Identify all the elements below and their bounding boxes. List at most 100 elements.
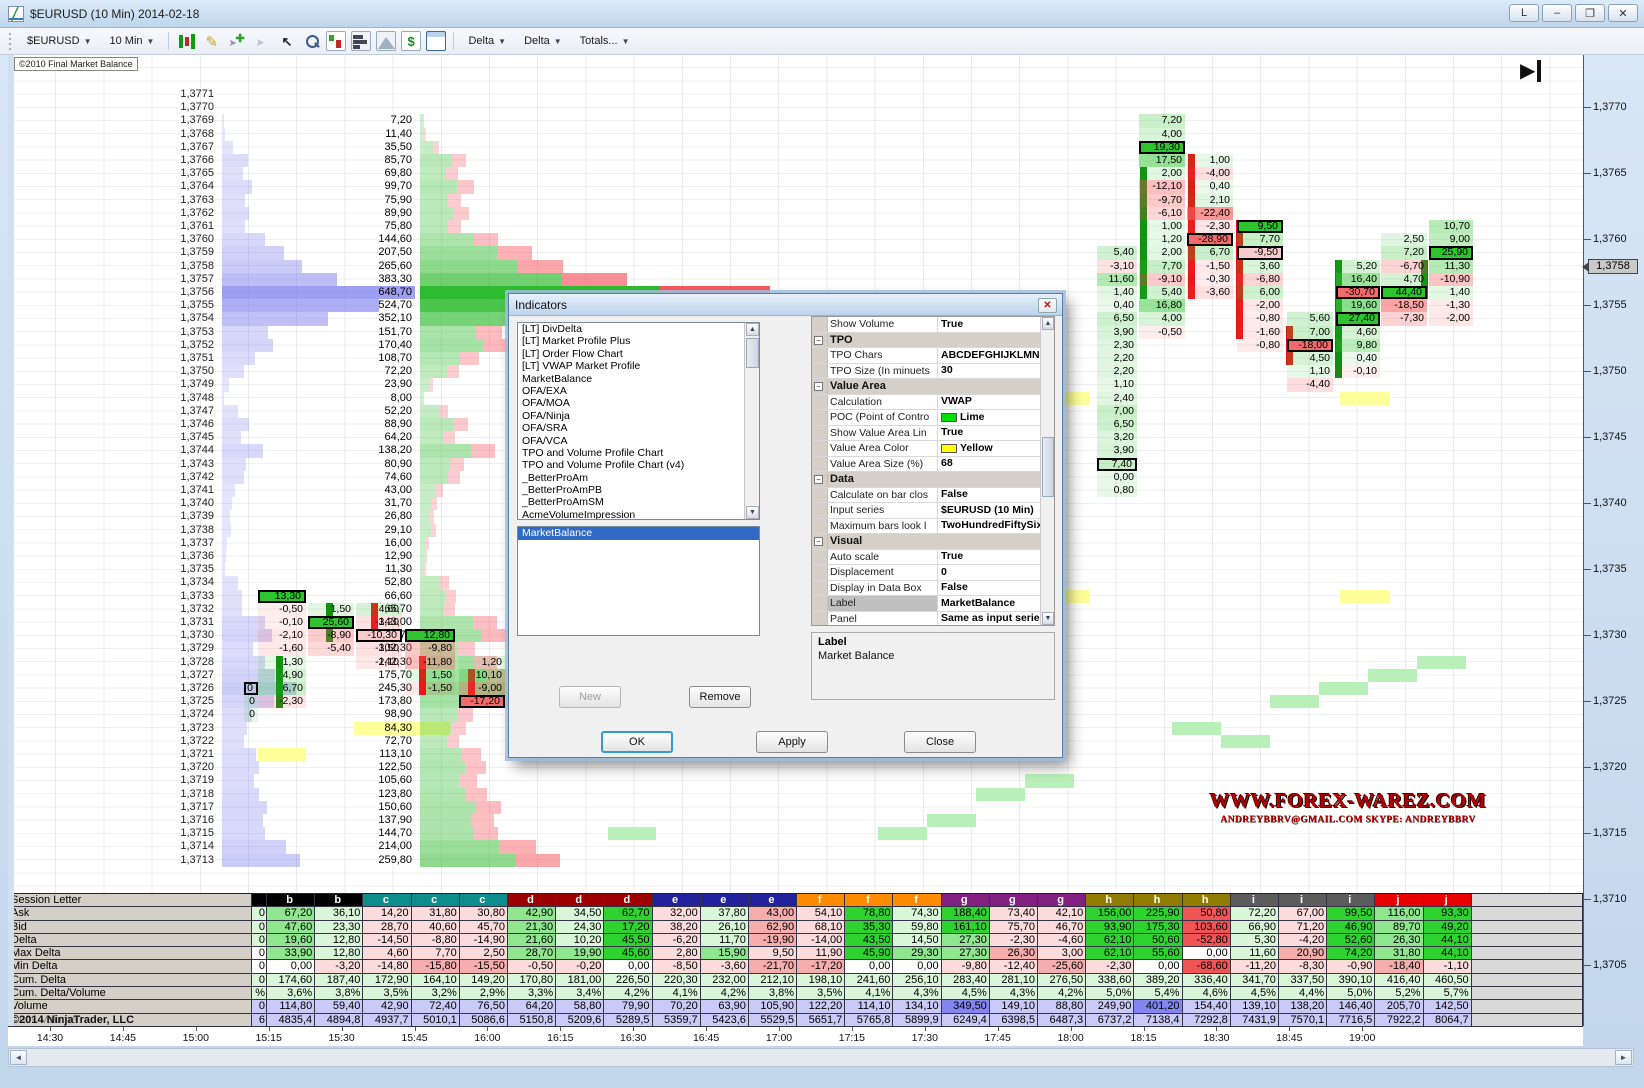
scroll-thumb[interactable] bbox=[1042, 437, 1054, 497]
candles-icon[interactable] bbox=[176, 31, 196, 51]
selected-indicators-list[interactable]: MarketBalance bbox=[517, 526, 760, 636]
indicator-list-item[interactable]: AcmeVolumeImpression bbox=[518, 509, 759, 520]
scroll-down-icon[interactable]: ▼ bbox=[746, 506, 759, 519]
title-bar[interactable]: $EURUSD (10 Min) 2014-02-18 L – ❐ ✕ bbox=[0, 0, 1644, 28]
property-section[interactable]: −TPO bbox=[812, 333, 1054, 349]
property-value[interactable]: True bbox=[938, 426, 1054, 441]
property-row[interactable]: CalculationVWAP bbox=[812, 395, 1054, 411]
scroll-up-icon[interactable]: ▲ bbox=[746, 323, 759, 336]
property-row[interactable]: Value Area Size (%)68 bbox=[812, 457, 1054, 473]
cursor-icon[interactable] bbox=[276, 31, 296, 51]
collapse-icon[interactable]: − bbox=[814, 336, 823, 345]
property-value[interactable]: Lime bbox=[938, 410, 1054, 425]
property-value[interactable]: True bbox=[938, 317, 1054, 332]
close-button[interactable]: ✕ bbox=[1608, 4, 1638, 22]
indicator-list-item[interactable]: [LT] Market Profile Plus bbox=[518, 335, 759, 347]
toolbar-grip[interactable] bbox=[8, 32, 13, 50]
dialog-title-bar[interactable]: Indicators bbox=[509, 294, 1062, 316]
property-row[interactable]: POC (Point of ControLime bbox=[812, 410, 1054, 426]
property-value[interactable]: 30 bbox=[938, 364, 1054, 379]
property-value[interactable]: Yellow bbox=[938, 441, 1054, 456]
indicator-list-item[interactable]: OFA/EXA bbox=[518, 385, 759, 397]
property-row[interactable]: PanelSame as input series bbox=[812, 612, 1054, 627]
property-value[interactable]: False bbox=[938, 581, 1054, 596]
ok-button[interactable]: OK bbox=[601, 731, 673, 753]
dollar-icon[interactable] bbox=[401, 31, 421, 51]
indicator-list-item[interactable]: _BetterProAmSM bbox=[518, 496, 759, 508]
indicator-list-item[interactable]: [LT] Order Flow Chart bbox=[518, 348, 759, 360]
pointer-icon[interactable] bbox=[251, 31, 271, 51]
area-icon[interactable] bbox=[376, 31, 396, 51]
indicator-list-item[interactable]: [LT] VWAP Market Profile bbox=[518, 360, 759, 372]
scroll-left-button[interactable]: ◄ bbox=[10, 1050, 27, 1065]
zoom-icon[interactable] bbox=[301, 31, 321, 51]
indicator-list-item[interactable]: OFA/Ninja bbox=[518, 410, 759, 422]
property-value[interactable]: Same as input series bbox=[938, 612, 1054, 627]
property-row[interactable]: Displacement0 bbox=[812, 565, 1054, 581]
property-grid-scrollbar[interactable]: ▲ ▼ bbox=[1040, 317, 1054, 625]
indicator-list-item[interactable]: _BetterProAmPB bbox=[518, 484, 759, 496]
indicator-list[interactable]: [LT] DivDelta[LT] Market Profile Plus[LT… bbox=[517, 322, 760, 520]
oscillator-icon[interactable] bbox=[326, 31, 346, 51]
property-row[interactable]: Display in Data BoxFalse bbox=[812, 581, 1054, 597]
property-section[interactable]: −Visual bbox=[812, 534, 1054, 550]
delta-dropdown-2[interactable]: Delta▼ bbox=[516, 31, 570, 51]
profile-icon[interactable] bbox=[351, 31, 371, 51]
property-value[interactable]: False bbox=[938, 488, 1054, 503]
indicator-list-item[interactable]: OFA/SRA bbox=[518, 422, 759, 434]
property-row[interactable]: TPO CharsABCDEFGHIJKLMNP bbox=[812, 348, 1054, 364]
property-value[interactable]: True bbox=[938, 550, 1054, 565]
dialog-close-icon[interactable]: ✕ bbox=[1038, 298, 1057, 313]
maximize-button[interactable]: ❐ bbox=[1575, 4, 1605, 22]
property-section[interactable]: −Value Area bbox=[812, 379, 1054, 395]
close-dialog-button[interactable]: Close bbox=[904, 731, 976, 753]
property-value[interactable]: ABCDEFGHIJKLMNP bbox=[938, 348, 1054, 363]
scroll-up-icon[interactable]: ▲ bbox=[1042, 317, 1054, 330]
collapse-icon[interactable]: − bbox=[814, 537, 823, 546]
add-study-icon[interactable] bbox=[226, 31, 246, 51]
minimize-button[interactable]: – bbox=[1542, 4, 1572, 22]
indicator-list-item[interactable]: _BetterProAm bbox=[518, 472, 759, 484]
pencil-icon[interactable] bbox=[201, 31, 221, 51]
interval-dropdown[interactable]: 10 Min▼ bbox=[102, 31, 163, 51]
property-row[interactable]: Value Area ColorYellow bbox=[812, 441, 1054, 457]
collapse-icon[interactable]: − bbox=[814, 382, 823, 391]
delta-dropdown-1[interactable]: Delta▼ bbox=[460, 31, 514, 51]
remove-button[interactable]: Remove bbox=[689, 686, 751, 708]
property-row[interactable]: TPO Size (In minuets30 bbox=[812, 364, 1054, 380]
property-value[interactable]: $EURUSD (10 Min) bbox=[938, 503, 1054, 518]
scroll-right-button[interactable]: ► bbox=[1615, 1050, 1632, 1065]
totals-dropdown[interactable]: Totals...▼ bbox=[572, 31, 638, 51]
play-forward-icon[interactable]: ▶ bbox=[1520, 60, 1541, 82]
indicator-list-item[interactable]: OFA/MOA bbox=[518, 397, 759, 409]
property-row[interactable]: Auto scaleTrue bbox=[812, 550, 1054, 566]
selected-indicator-item[interactable]: MarketBalance bbox=[518, 527, 759, 540]
property-value[interactable]: VWAP bbox=[938, 395, 1054, 410]
property-row[interactable]: Show Value Area LinTrue bbox=[812, 426, 1054, 442]
scroll-thumb[interactable] bbox=[746, 338, 759, 368]
indicator-list-item[interactable]: MarketBalance bbox=[518, 373, 759, 385]
property-value[interactable]: TwoHundredFiftySix bbox=[938, 519, 1054, 534]
indicator-list-item[interactable]: OFA/VCA bbox=[518, 435, 759, 447]
collapse-icon[interactable]: − bbox=[814, 475, 823, 484]
indicator-list-item[interactable]: TPO and Volume Profile Chart (v4) bbox=[518, 459, 759, 471]
property-value[interactable]: 0 bbox=[938, 565, 1054, 580]
indicator-list-item[interactable]: [LT] DivDelta bbox=[518, 323, 759, 335]
property-value[interactable]: MarketBalance bbox=[938, 596, 1054, 611]
scroll-down-icon[interactable]: ▼ bbox=[1042, 612, 1054, 625]
property-row[interactable]: Calculate on bar closFalse bbox=[812, 488, 1054, 504]
property-row[interactable]: Show VolumeTrue bbox=[812, 317, 1054, 333]
property-grid[interactable]: Show VolumeTrue−TPOTPO CharsABCDEFGHIJKL… bbox=[811, 316, 1055, 626]
apply-button[interactable]: Apply bbox=[756, 731, 828, 753]
property-row[interactable]: Maximum bars look lTwoHundredFiftySix bbox=[812, 519, 1054, 535]
property-section[interactable]: −Data bbox=[812, 472, 1054, 488]
property-value[interactable]: 68 bbox=[938, 457, 1054, 472]
instrument-dropdown[interactable]: $EURUSD▼ bbox=[19, 31, 100, 51]
property-row[interactable]: LabelMarketBalance bbox=[812, 596, 1054, 612]
new-button[interactable]: New bbox=[559, 686, 621, 708]
table-icon[interactable] bbox=[426, 31, 446, 51]
horizontal-scrollbar[interactable]: ◄ ► bbox=[8, 1048, 1634, 1067]
layout-button[interactable]: L bbox=[1509, 4, 1539, 22]
list-scrollbar[interactable]: ▲ ▼ bbox=[744, 323, 759, 519]
indicator-list-item[interactable]: TPO and Volume Profile Chart bbox=[518, 447, 759, 459]
